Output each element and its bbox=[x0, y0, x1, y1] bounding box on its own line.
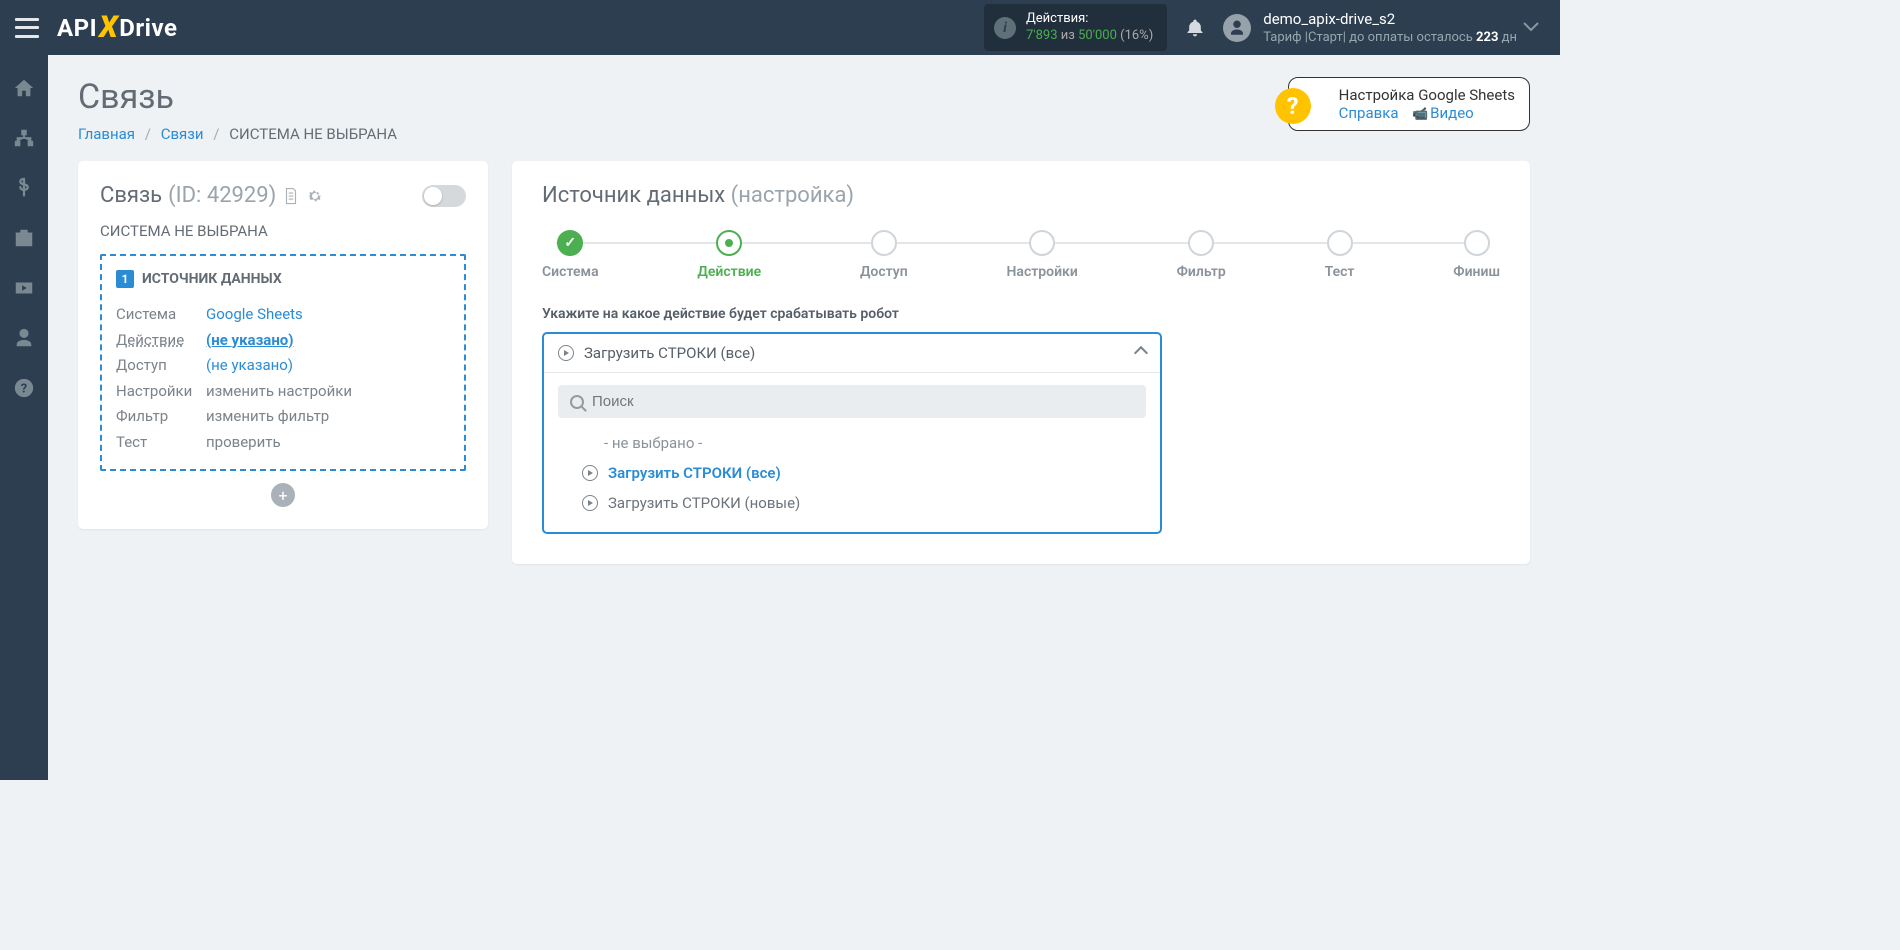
actions-stats: 7'893 из 50'000 (16%) bbox=[1026, 28, 1153, 45]
camera-icon: 📹 bbox=[1412, 107, 1428, 122]
play-icon bbox=[582, 465, 598, 481]
header: API X Drive i Действия: 7'893 из 50'000 … bbox=[0, 0, 1560, 55]
bell-icon[interactable] bbox=[1185, 18, 1205, 38]
sidebar: ? bbox=[0, 55, 48, 780]
filter-value[interactable]: изменить фильтр bbox=[206, 404, 329, 430]
step-finish[interactable]: Финиш bbox=[1453, 230, 1500, 280]
dropdown-search-input[interactable] bbox=[592, 393, 1134, 410]
action-value[interactable]: (не указано) bbox=[206, 328, 294, 354]
source-box: 1 ИСТОЧНИК ДАННЫХ СистемаGoogle Sheets Д… bbox=[100, 254, 466, 471]
user-tariff: Тариф |Старт| до оплаты осталось 223 дн bbox=[1263, 29, 1517, 47]
dropdown-search bbox=[558, 385, 1146, 418]
stepper: Система Действие Доступ Настройки Фильтр… bbox=[542, 230, 1500, 280]
logo-x: X bbox=[99, 10, 118, 45]
help-video-link[interactable]: 📹Видео bbox=[1412, 104, 1474, 122]
play-icon bbox=[582, 495, 598, 511]
menu-toggle[interactable] bbox=[15, 18, 39, 38]
help-box: ? Настройка Google Sheets Справка 📹Видео bbox=[1288, 77, 1530, 131]
source-subtitle: (настройка) bbox=[731, 183, 854, 208]
billing-icon[interactable] bbox=[13, 177, 35, 199]
connection-subtitle: СИСТЕМА НЕ ВЫБРАНА bbox=[100, 222, 466, 240]
step-filter[interactable]: Фильтр bbox=[1177, 230, 1226, 280]
info-icon: i bbox=[994, 17, 1016, 39]
action-dropdown: Загрузить СТРОКИ (все) - не выбрано - За… bbox=[542, 332, 1162, 534]
chevron-up-icon bbox=[1134, 346, 1148, 360]
search-icon bbox=[570, 395, 584, 409]
dropdown-option-empty[interactable]: - не выбрано - bbox=[558, 428, 1146, 458]
step-access[interactable]: Доступ bbox=[860, 230, 908, 280]
document-icon[interactable] bbox=[282, 187, 300, 205]
actions-label: Действия: bbox=[1026, 11, 1153, 28]
access-value[interactable]: (не указано) bbox=[206, 353, 293, 379]
source-title: Источник данных bbox=[542, 183, 725, 208]
breadcrumb-current: СИСТЕМА НЕ ВЫБРАНА bbox=[229, 125, 397, 143]
user-menu-chevron[interactable] bbox=[1517, 20, 1545, 36]
logo-drive: Drive bbox=[119, 14, 177, 42]
connection-toggle[interactable] bbox=[422, 185, 466, 207]
user-name: demo_apix-drive_s2 bbox=[1263, 9, 1517, 29]
step-action[interactable]: Действие bbox=[697, 230, 761, 280]
help-reference-link[interactable]: Справка bbox=[1339, 104, 1399, 122]
user-info[interactable]: demo_apix-drive_s2 Тариф |Старт| до опла… bbox=[1263, 9, 1517, 47]
help-question-icon: ? bbox=[1275, 88, 1311, 124]
source-box-title: ИСТОЧНИК ДАННЫХ bbox=[142, 271, 282, 287]
system-value[interactable]: Google Sheets bbox=[206, 302, 303, 328]
play-icon bbox=[558, 345, 574, 361]
help-title: Настройка Google Sheets bbox=[1339, 86, 1515, 104]
dropdown-menu: - не выбрано - Загрузить СТРОКИ (все) За… bbox=[544, 373, 1160, 532]
dropdown-toggle[interactable]: Загрузить СТРОКИ (все) bbox=[544, 334, 1160, 373]
dropdown-option-all[interactable]: Загрузить СТРОКИ (все) bbox=[558, 458, 1146, 488]
action-form-label: Укажите на какое действие будет срабатыв… bbox=[542, 306, 1500, 322]
breadcrumb: Главная / Связи / СИСТЕМА НЕ ВЫБРАНА bbox=[78, 125, 397, 143]
step-system[interactable]: Система bbox=[542, 230, 599, 280]
step-test[interactable]: Тест bbox=[1325, 230, 1355, 280]
connection-id: (ID: 42929) bbox=[168, 183, 276, 208]
add-destination-button[interactable]: + bbox=[271, 483, 295, 507]
logo[interactable]: API X Drive bbox=[57, 10, 177, 45]
main-content: Связь Главная / Связи / СИСТЕМА НЕ ВЫБРА… bbox=[48, 55, 1560, 780]
connections-icon[interactable] bbox=[13, 127, 35, 149]
source-number-badge: 1 bbox=[116, 270, 134, 288]
test-value[interactable]: проверить bbox=[206, 430, 281, 456]
settings-value[interactable]: изменить настройки bbox=[206, 379, 352, 405]
svg-text:?: ? bbox=[21, 382, 27, 397]
help-icon[interactable]: ? bbox=[13, 377, 35, 399]
dropdown-selected: Загрузить СТРОКИ (все) bbox=[584, 344, 1126, 362]
dropdown-option-new[interactable]: Загрузить СТРОКИ (новые) bbox=[558, 488, 1146, 518]
breadcrumb-home[interactable]: Главная bbox=[78, 125, 135, 143]
page-title: Связь bbox=[78, 77, 397, 117]
source-config-card: Источник данных (настройка) Система Дейс… bbox=[512, 161, 1530, 564]
user-icon[interactable] bbox=[13, 327, 35, 349]
step-settings[interactable]: Настройки bbox=[1007, 230, 1078, 280]
avatar-icon[interactable] bbox=[1223, 14, 1251, 42]
actions-counter[interactable]: i Действия: 7'893 из 50'000 (16%) bbox=[984, 4, 1167, 52]
connection-summary-card: Связь (ID: 42929) СИСТЕМА НЕ ВЫБРАНА 1 И… bbox=[78, 161, 488, 529]
briefcase-icon[interactable] bbox=[13, 227, 35, 249]
connection-label: Связь bbox=[100, 183, 162, 208]
breadcrumb-links[interactable]: Связи bbox=[161, 125, 204, 143]
gear-icon[interactable] bbox=[306, 187, 324, 205]
video-icon[interactable] bbox=[13, 277, 35, 299]
logo-api: API bbox=[57, 14, 97, 42]
home-icon[interactable] bbox=[13, 77, 35, 99]
